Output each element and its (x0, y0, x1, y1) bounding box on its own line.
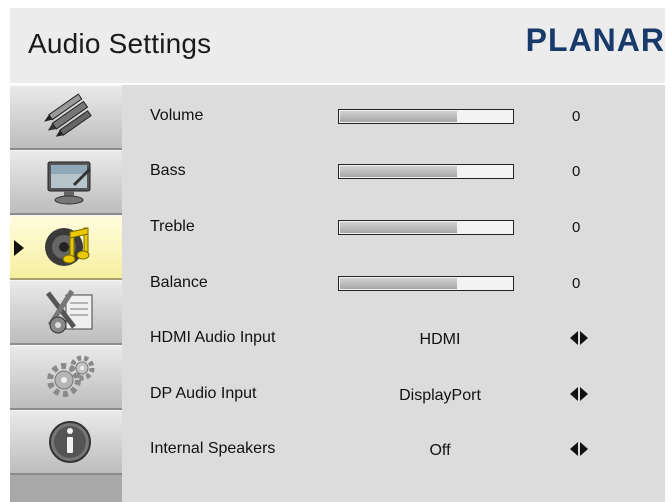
info-icon (49, 421, 91, 463)
speaker-music-icon (45, 227, 90, 266)
tools-icon (46, 289, 93, 334)
bass-slider[interactable] (338, 164, 514, 179)
setting-label: Volume (150, 107, 204, 124)
setting-value: 0 (572, 108, 581, 125)
sidebar-item-tools[interactable] (10, 280, 122, 345)
header: Audio Settings PLANAR (10, 8, 665, 83)
page-title: Audio Settings (28, 28, 212, 59)
setting-label: Balance (150, 274, 208, 291)
setting-label: Treble (150, 218, 195, 235)
dp-audio-input-value[interactable]: DisplayPort (340, 387, 540, 405)
setting-label: DP Audio Input (150, 385, 257, 402)
sidebar-item-pens[interactable] (10, 85, 122, 150)
sidebar-item-audio[interactable] (10, 215, 122, 280)
balance-slider[interactable] (338, 276, 514, 291)
brand-logo: PLANAR (525, 22, 665, 58)
pens-icon (44, 93, 92, 137)
slider-fill (340, 111, 457, 122)
left-right-arrows-icon[interactable] (570, 442, 588, 456)
setting-label: HDMI Audio Input (150, 329, 276, 346)
left-right-arrows-icon[interactable] (570, 387, 588, 401)
internal-speakers-value[interactable]: Off (340, 442, 540, 460)
settings-panel: Volume 0 Bass 0 Treble 0 Balance 0 HDMI … (10, 85, 665, 502)
hdmi-audio-input-value[interactable]: HDMI (340, 331, 540, 349)
setting-value: 0 (572, 163, 581, 180)
sidebar-item-info[interactable] (10, 410, 122, 475)
slider-fill (340, 278, 457, 289)
setting-label: Internal Speakers (150, 440, 276, 457)
gears-icon (47, 355, 95, 397)
slider-fill (340, 222, 457, 233)
sidebar-item-advanced[interactable] (10, 345, 122, 410)
sidebar-item-display[interactable] (10, 150, 122, 215)
setting-value: 0 (572, 219, 581, 236)
monitor-icon (47, 161, 92, 205)
treble-slider[interactable] (338, 220, 514, 235)
setting-label: Bass (150, 162, 186, 179)
sidebar (10, 85, 122, 502)
volume-slider[interactable] (338, 109, 514, 124)
setting-value: 0 (572, 275, 581, 292)
left-right-arrows-icon[interactable] (570, 331, 588, 345)
selection-pointer-icon (14, 240, 24, 256)
slider-fill (340, 166, 457, 177)
